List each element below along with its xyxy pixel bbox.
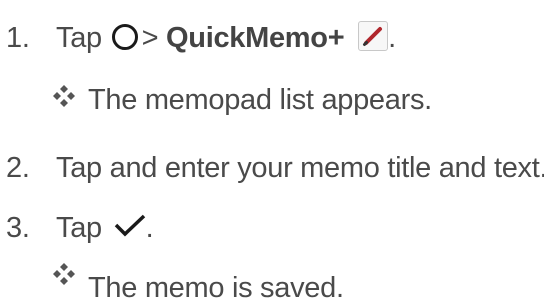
step-number: 2.	[6, 152, 30, 184]
checkmark-icon	[114, 215, 145, 237]
step-period: .	[145, 212, 154, 244]
step-period: .	[388, 22, 396, 54]
pencil-icon	[358, 21, 389, 52]
app-name: QuickMemo+	[166, 22, 345, 54]
step-text: Tap and enter your memo title and text.	[56, 152, 544, 184]
step-verb: Tap	[56, 22, 102, 54]
step-separator: >	[141, 22, 167, 54]
step-verb: Tap	[56, 212, 102, 244]
step-text: Tap > QuickMemo+ .	[56, 20, 396, 57]
step-text: Tap .	[56, 210, 154, 246]
step-number: 3.	[6, 212, 30, 244]
step-number: 1.	[6, 22, 30, 54]
four-diamond-bullet-icon	[53, 263, 75, 285]
result-text: The memopad list appears.	[88, 84, 432, 116]
result-text: The memo is saved.	[88, 272, 344, 304]
four-diamond-bullet-icon	[53, 85, 75, 107]
home-circle-icon	[111, 24, 138, 51]
